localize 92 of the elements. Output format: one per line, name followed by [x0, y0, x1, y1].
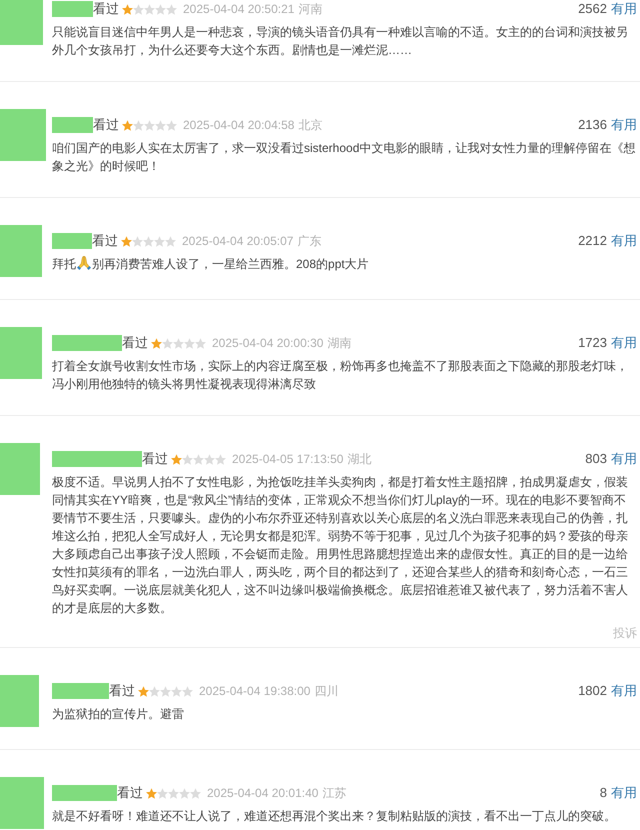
useful-link[interactable]: 有用 — [611, 0, 637, 18]
watch-status: 看过 — [93, 116, 119, 134]
avatar-placeholder — [0, 443, 40, 495]
review-time: 2025-04-04 20:00:30 — [212, 335, 324, 352]
watch-status: 看过 — [92, 232, 118, 250]
star-icon — [122, 120, 133, 130]
avatar-placeholder — [0, 777, 44, 829]
comment-text: 别再消费苦难人设了，一星给兰西雅。208的ppt大片 — [92, 257, 369, 271]
star-icon — [160, 686, 171, 696]
watch-status: 看过 — [93, 0, 119, 18]
star-icon — [182, 686, 193, 696]
review-location: 湖北 — [347, 451, 372, 468]
vote-count: 2136 — [578, 116, 607, 134]
star-icon — [138, 686, 149, 696]
star-icon — [165, 236, 176, 246]
review-time: 2025-04-04 20:04:58 — [183, 117, 294, 134]
avatar-placeholder — [0, 225, 42, 277]
review-time: 2025-04-04 20:50:21 — [183, 1, 294, 18]
watch-status: 看过 — [109, 682, 135, 700]
vote-count: 1802 — [578, 682, 607, 700]
star-icon — [173, 338, 184, 348]
vote-count: 1723 — [578, 334, 607, 352]
star-icon — [190, 788, 201, 798]
star-icon — [133, 120, 144, 130]
review-time: 2025-04-04 19:38:00 — [199, 683, 310, 700]
useful-link[interactable]: 有用 — [611, 682, 637, 700]
star-icon — [144, 120, 155, 130]
review-location: 四川 — [314, 683, 338, 700]
star-icon — [162, 338, 173, 348]
star-icon — [155, 4, 166, 14]
star-icon — [179, 788, 190, 798]
comment-text: 为监狱拍的宣传片。避雷 — [52, 707, 184, 721]
redacted-name — [52, 117, 93, 133]
star-icon — [121, 236, 132, 246]
star-icon — [166, 4, 177, 14]
star-icon — [144, 4, 155, 14]
star-icon — [166, 120, 177, 130]
redacted-name — [52, 233, 92, 249]
vote-count: 2562 — [578, 0, 607, 18]
review-time: 2025-04-04 20:01:40 — [207, 785, 318, 802]
star-icon — [132, 236, 143, 246]
review-location: 广东 — [297, 233, 322, 250]
watch-status: 看过 — [117, 784, 143, 802]
star-icon — [171, 686, 182, 696]
review-location: 河南 — [298, 1, 322, 18]
redacted-name — [52, 1, 93, 17]
review-location: 北京 — [298, 117, 322, 134]
star-icon — [154, 236, 165, 246]
useful-link[interactable]: 有用 — [611, 334, 637, 352]
avatar-placeholder — [0, 327, 42, 379]
redacted-name — [52, 683, 109, 699]
watch-status: 看过 — [122, 334, 148, 352]
useful-link[interactable]: 有用 — [611, 116, 637, 134]
comment-text: 打着全女旗号收割女性市场，实际上的内容迂腐至极，粉饰再多也掩盖不了那股表面之下隐藏的那股老灯味，冯小刚用他独特的镜头将男性凝视表现得淋漓尽致 — [52, 359, 628, 391]
comment-text: 就是不好看呀！难道还不让人说了，难道还想再混个奖出来？复制粘贴版的演技，看不出一丁点儿的突破。 — [52, 809, 616, 823]
star-icon — [143, 236, 154, 246]
star-icon — [151, 338, 162, 348]
vote-count: 2212 — [578, 232, 607, 250]
comment-text: 咱们国产的电影人实在太厉害了，求一双没看过sisterhood中文电影的眼睛，让我对女性力量的理解停留在《想象之光》的时候吧！ — [52, 141, 636, 173]
useful-link[interactable]: 有用 — [611, 232, 637, 250]
vote-count: 803 — [585, 450, 607, 468]
praying-hands-icon — [77, 256, 91, 270]
star-icon — [133, 4, 144, 14]
avatar-placeholder — [0, 675, 39, 727]
star-icon — [193, 454, 204, 464]
review-time: 2025-04-04 20:05:07 — [182, 233, 294, 250]
star-icon — [215, 454, 226, 464]
redacted-name — [52, 785, 117, 801]
star-icon — [122, 4, 133, 14]
redacted-name — [52, 335, 122, 351]
comment-text: 极度不适。早说男人拍不了女性电影，为抢饭吃挂羊头卖狗肉，都是打着女性主题招牌，拍成男凝虐女，假装同情其实在YY暗爽，也是“救风尘”情结的变体，正常观众不想当你们灯儿play的一环。现在的电影不要智商不要情节不要生活，只要噱头。虚伪的小布尔乔亚还特别喜欢以关心底层的名义洗白罪恶来表现自己的伪善，扎堆这么拍，把犯人全写成好人，无论男女都是犯浑。弱势不等于犯事，见过几个为孩子犯事的妈？爱孩的母亲大多顾虑自己出事孩子没人照顾，不会铤而走险。用男性思路臆想捏造出来的虚假女性。真正的目的是一边给女性扣莫须有的罪名，一边洗白罪人，两头吃，两个目的都达到了，还迎合某些人的猎奇和刻奇心态，一石三鸟好买卖啊。一说底层就美化犯人，这不叫边缘叫极端偷换概念。底层招谁惹谁又被代表了，努力活着不害人的才是底层的大多数。 — [52, 475, 628, 615]
star-icon — [195, 338, 206, 348]
useful-link[interactable]: 有用 — [611, 784, 637, 802]
avatar-placeholder — [0, 109, 46, 161]
watch-status: 看过 — [142, 450, 168, 468]
comment-text: 只能说盲目迷信中年男人是一种悲哀，导演的镜头语音仍具有一种难以言喻的不适。女主的的台词和演技被另外几个女孩吊打，为什么还要夸大这个东西。剧情也是一滩烂泥…… — [52, 25, 628, 57]
star-icon — [149, 686, 160, 696]
star-icon — [184, 338, 195, 348]
star-icon — [182, 454, 193, 464]
star-icon — [157, 788, 168, 798]
vote-count: 8 — [600, 784, 607, 802]
star-icon — [168, 788, 179, 798]
star-icon — [171, 454, 182, 464]
star-icon — [204, 454, 215, 464]
avatar-placeholder — [0, 0, 43, 45]
review-time: 2025-04-05 17:13:50 — [232, 451, 344, 468]
comment-text: 拜托 — [52, 257, 76, 271]
useful-link[interactable]: 有用 — [611, 450, 637, 468]
review-location: 江苏 — [322, 785, 346, 802]
star-icon — [146, 788, 157, 798]
review-location: 湖南 — [327, 335, 352, 352]
star-icon — [155, 120, 166, 130]
